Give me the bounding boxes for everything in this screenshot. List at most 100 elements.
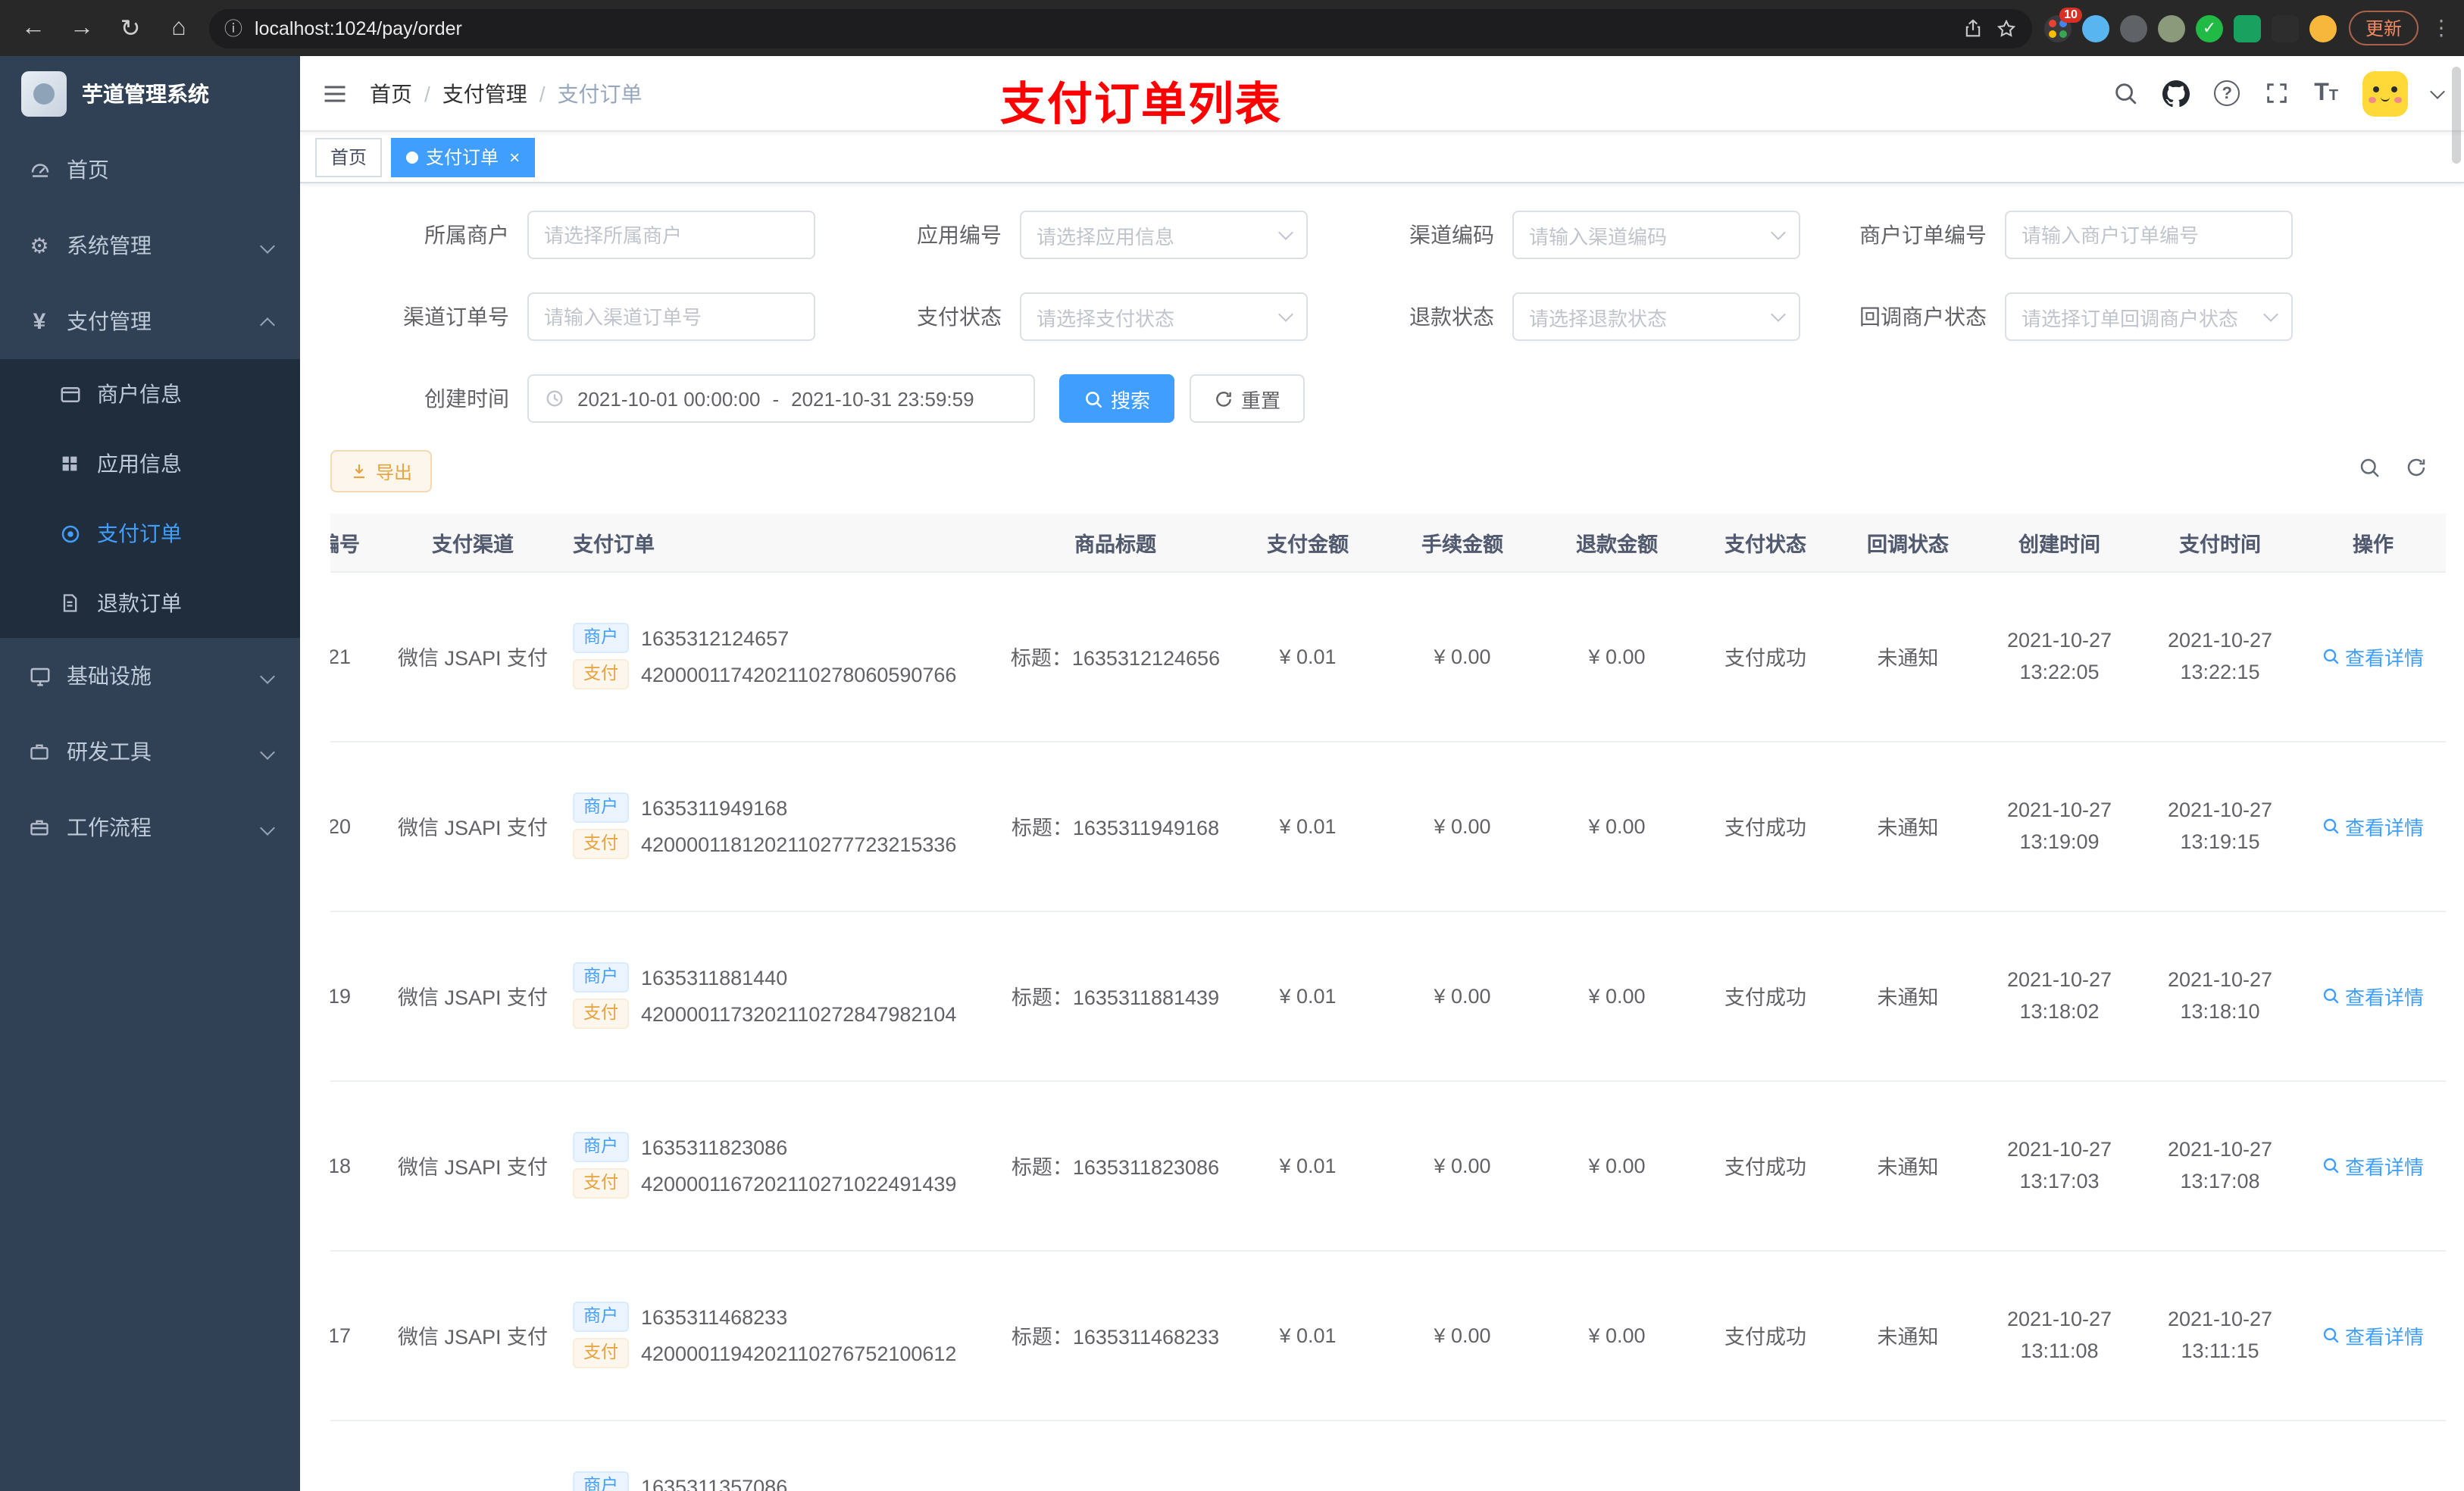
sidebar-item-app-info[interactable]: 应用信息 <box>0 429 300 499</box>
browser-update-button[interactable]: 更新 <box>2348 11 2419 45</box>
pay-order-line: 支付 4200001181202110277723215336 <box>573 829 994 859</box>
extension-icon-gray[interactable] <box>2119 14 2147 42</box>
sidebar-item-pay-order[interactable]: 支付订单 <box>0 499 300 568</box>
cell-refund: ¥ 0.00 <box>1540 741 1694 911</box>
view-detail-link[interactable]: 查看详情 <box>2322 1321 2424 1349</box>
cell-fee: ¥ 0.00 <box>1385 1250 1540 1421</box>
app-select[interactable]: 请选择应用信息 <box>1020 211 1308 259</box>
refresh-icon[interactable] <box>2405 456 2428 486</box>
cell-actions: 查看详情 <box>2300 911 2446 1081</box>
user-avatar[interactable] <box>2362 70 2408 116</box>
search-button[interactable]: 搜索 <box>1059 374 1175 423</box>
clock-icon <box>544 388 565 409</box>
merchant-tag: 商户 <box>573 1471 629 1491</box>
cell-status: 支付成功 <box>1694 1250 1837 1421</box>
sidebar: 芋道管理系统 首页 ⚙︎ 系统管理 ¥ 支付管理 商户信息 应用信息 支付订单 … <box>0 56 300 1491</box>
view-detail-link[interactable]: 查看详情 <box>2322 981 2424 1010</box>
chevron-down-icon <box>260 668 275 683</box>
chevron-down-icon <box>1771 225 1786 240</box>
tab-pay-order[interactable]: 支付订单 × <box>391 137 536 177</box>
extension-icon-dark-pin[interactable] <box>2271 14 2299 42</box>
filter-row-2: 渠道订单号 支付状态 请选择支付状态 退款状态 <box>300 292 2464 341</box>
pay-order-no: 4200001194202110276752100612 <box>641 1342 957 1364</box>
filter-refund-status: 退款状态 请选择退款状态 <box>1315 292 1808 341</box>
select-placeholder: 请选择退款状态 <box>1529 307 1668 330</box>
cell-title: 标题：1635312124656 <box>1000 571 1230 742</box>
filter-channel-order-no: 渠道订单号 <box>330 292 823 341</box>
extension-icon-emoji[interactable] <box>2309 14 2337 42</box>
notify-status-select[interactable]: 请选择订单回调商户状态 <box>2005 292 2293 341</box>
pay-status-select[interactable]: 请选择支付状态 <box>1020 292 1308 341</box>
view-detail-label: 查看详情 <box>2344 986 2424 1008</box>
sidebar-item-label: 基础设施 <box>67 664 152 688</box>
channel-code-select[interactable]: 请输入渠道编码 <box>1512 211 1800 259</box>
cell-fee: ¥ 0.00 <box>1385 571 1540 742</box>
cell-notify: 未通知 <box>1837 741 1979 911</box>
search-icon[interactable] <box>2112 80 2138 106</box>
channel-order-no-input[interactable] <box>527 292 815 341</box>
col-amount: 支付金额 <box>1230 514 1385 572</box>
reload-icon[interactable]: ↻ <box>112 10 149 46</box>
sidebar-item-system[interactable]: ⚙︎ 系统管理 <box>0 208 300 283</box>
help-icon[interactable]: ? <box>2214 80 2240 106</box>
forward-icon[interactable]: → <box>64 10 100 46</box>
font-size-icon[interactable]: TT <box>2314 80 2338 107</box>
cell-id <box>330 1420 388 1491</box>
date-range-picker[interactable]: 2021-10-01 00:00:00 - 2021-10-31 23:59:5… <box>527 374 1035 423</box>
sidebar-item-home[interactable]: 首页 <box>0 132 300 208</box>
cell-created: 2021-10-27 13:17:03 <box>1979 1080 2140 1251</box>
field-label: 创建时间 <box>424 386 509 411</box>
field-label: 支付状态 <box>917 305 1002 329</box>
view-detail-link[interactable]: 查看详情 <box>2322 1151 2424 1180</box>
main-area: 首页 / 支付管理 / 支付订单 支付订单列表 ? TT 首页 支付订单 × 所… <box>300 56 2464 1491</box>
cell-paid: 2021-10-27 13:18:10 <box>2140 911 2300 1081</box>
user-menu-caret-icon[interactable] <box>2430 83 2445 98</box>
site-info-icon[interactable]: ⓘ <box>224 15 242 41</box>
sidebar-item-refund-order[interactable]: 退款订单 <box>0 568 300 638</box>
merchant-order-no-input[interactable] <box>2005 211 2293 259</box>
extension-icon-blue[interactable] <box>2081 14 2109 42</box>
reset-button[interactable]: 重置 <box>1190 374 1305 423</box>
pay-order-line: 支付 4200001173202110272847982104 <box>573 999 994 1029</box>
toggle-search-icon[interactable] <box>2358 456 2381 486</box>
tab-label: 支付订单 <box>426 147 499 168</box>
merchant-input[interactable] <box>527 211 815 259</box>
cell-paid: 2021-10-27 13:19:15 <box>2140 741 2300 911</box>
field-label: 退款状态 <box>1409 305 1494 329</box>
refund-status-select[interactable]: 请选择退款状态 <box>1512 292 1800 341</box>
github-icon[interactable] <box>2162 80 2190 107</box>
breadcrumb-home[interactable]: 首页 <box>370 78 412 108</box>
cell-title: 标题：1635311468233 <box>1000 1250 1230 1421</box>
extension-icon-olive[interactable] <box>2157 14 2185 42</box>
cell-refund <box>1540 1420 1694 1491</box>
tab-home[interactable]: 首页 <box>315 137 383 177</box>
cell-actions: 查看详情 <box>2300 571 2446 742</box>
view-detail-link[interactable]: 查看详情 <box>2322 642 2424 670</box>
extension-icon-green-chat[interactable] <box>2233 14 2261 42</box>
sidebar-item-infra[interactable]: 基础设施 <box>0 638 300 714</box>
back-icon[interactable]: ← <box>15 10 52 46</box>
address-bar[interactable]: ⓘ localhost:1024/pay/order <box>209 8 2032 48</box>
sidebar-toggle-icon[interactable] <box>321 80 349 107</box>
logo-row[interactable]: 芋道管理系统 <box>0 56 300 132</box>
share-icon[interactable] <box>1962 17 1984 39</box>
extension-icon-colorful[interactable]: 10 <box>2043 7 2082 42</box>
home-icon[interactable]: ⌂ <box>161 10 197 46</box>
sidebar-item-merchant-info[interactable]: 商户信息 <box>0 359 300 429</box>
page-content: 所属商户 应用编号 请选择应用信息 渠道编码 <box>300 183 2464 1491</box>
extension-icon-green-check[interactable]: ✓ <box>2195 14 2223 42</box>
close-icon[interactable]: × <box>509 148 520 166</box>
cell-pay-order: 商户 1635311949168 支付 42000011812021102777… <box>558 741 1000 911</box>
breadcrumb-pay-manage[interactable]: 支付管理 <box>442 78 527 108</box>
sidebar-item-workflow[interactable]: 工作流程 <box>0 789 300 865</box>
view-detail-link[interactable]: 查看详情 <box>2322 811 2424 840</box>
cell-id: 19 <box>330 911 388 1081</box>
cell-fee: ¥ 0.00 <box>1385 1080 1540 1251</box>
bookmark-star-icon[interactable] <box>1996 17 2017 39</box>
browser-menu-icon[interactable]: ⋮ <box>2431 15 2452 41</box>
sidebar-item-devtools[interactable]: 研发工具 <box>0 714 300 789</box>
vertical-scrollbar[interactable] <box>2452 67 2461 164</box>
sidebar-item-pay[interactable]: ¥ 支付管理 <box>0 283 300 359</box>
export-button[interactable]: 导出 <box>330 450 433 492</box>
fullscreen-icon[interactable] <box>2264 80 2290 106</box>
